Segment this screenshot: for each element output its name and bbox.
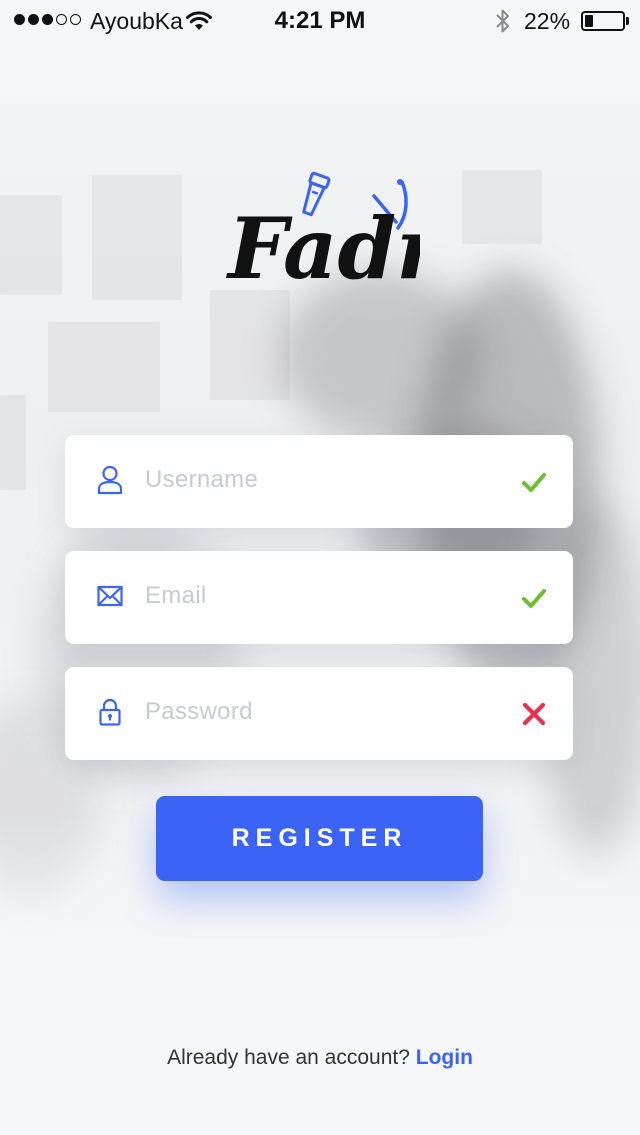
app-logo: Fadr [224, 170, 446, 300]
username-valid-checkmark-icon [521, 469, 547, 495]
register-button[interactable]: REGISTER [156, 796, 483, 881]
login-prompt: Already have an account? Login [0, 1046, 640, 1070]
bluetooth-icon [494, 8, 512, 41]
login-prompt-text: Already have an account? [167, 1046, 416, 1069]
password-invalid-cross-icon [521, 701, 547, 727]
background-photo [0, 0, 640, 1075]
lock-icon [97, 695, 123, 729]
password-field[interactable] [65, 667, 573, 760]
login-link[interactable]: Login [416, 1046, 473, 1069]
status-bar: AyoubKa 4:21 PM 22% [0, 0, 640, 42]
email-input[interactable] [145, 575, 505, 617]
email-field[interactable] [65, 551, 573, 644]
user-icon [97, 463, 123, 497]
password-input[interactable] [145, 691, 505, 733]
battery-icon [581, 11, 629, 31]
username-input[interactable] [145, 459, 505, 501]
logo-wordmark: Fadr [226, 199, 420, 298]
battery-percentage: 22% [524, 8, 571, 34]
bottom-band [0, 1075, 640, 1135]
email-valid-checkmark-icon [521, 585, 547, 611]
username-field[interactable] [65, 435, 573, 528]
fadr-logo-icon: Fadr [226, 171, 446, 298]
envelope-icon [97, 579, 123, 613]
